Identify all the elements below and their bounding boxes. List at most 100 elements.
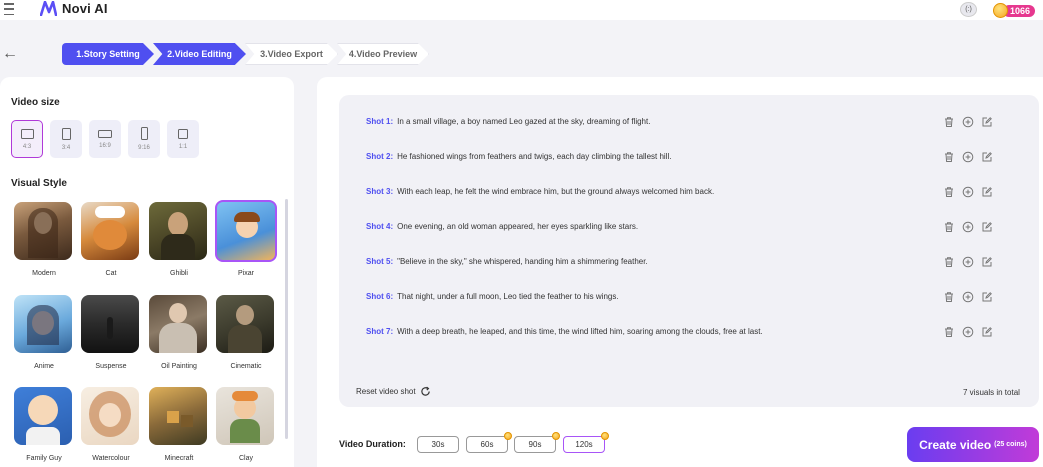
style-oil-painting[interactable]	[149, 295, 209, 353]
edit-icon[interactable]	[980, 185, 993, 198]
widescreen-icon	[98, 129, 112, 138]
add-icon[interactable]	[961, 220, 974, 233]
duration-label: 90s	[528, 440, 542, 449]
shot-label: Shot 7:	[366, 327, 394, 336]
shot-row[interactable]: Shot 4: One evening, an old woman appeare…	[366, 222, 638, 231]
style-thumbnail	[149, 295, 207, 353]
add-icon[interactable]	[961, 255, 974, 268]
shot-text: With each leap, he felt the wind embrace…	[397, 187, 715, 196]
shot-label: Shot 1:	[366, 117, 394, 126]
duration-60s[interactable]: 60s	[466, 432, 512, 453]
shot-actions	[942, 150, 993, 163]
step-video-editing[interactable]: 2.Video Editing	[153, 43, 246, 65]
edit-icon[interactable]	[980, 290, 993, 303]
style-pixar[interactable]	[215, 200, 277, 262]
shot-text: "Believe in the sky," she whispered, han…	[397, 257, 648, 266]
size-option-16-9[interactable]: 16:9	[89, 120, 121, 158]
style-label: Family Guy	[26, 455, 62, 462]
delete-icon[interactable]	[942, 325, 955, 338]
add-icon[interactable]	[961, 115, 974, 128]
back-arrow-icon[interactable]: ←	[2, 46, 18, 62]
style-thumbnail	[81, 387, 139, 445]
shot-actions	[942, 185, 993, 198]
reset-video-shot-button[interactable]: Reset video shot	[356, 386, 431, 397]
coin-icon	[504, 432, 512, 440]
style-watercolour[interactable]	[81, 387, 141, 445]
create-video-button[interactable]: Create video (25 coins)	[907, 427, 1039, 462]
visual-style-title: Visual Style	[11, 178, 67, 189]
delete-icon[interactable]	[942, 220, 955, 233]
style-list-scrollbar[interactable]	[285, 199, 288, 439]
size-option-1-1[interactable]: 1:1	[167, 120, 199, 158]
delete-icon[interactable]	[942, 255, 955, 268]
shot-row[interactable]: Shot 1: In a small village, a boy named L…	[366, 117, 650, 126]
edit-icon[interactable]	[980, 220, 993, 233]
vertical-icon	[140, 127, 148, 140]
shot-actions	[942, 220, 993, 233]
shot-row[interactable]: Shot 2: He fashioned wings from feathers …	[366, 152, 671, 161]
style-suspense[interactable]	[81, 295, 141, 353]
edit-icon[interactable]	[980, 255, 993, 268]
size-option-3-4[interactable]: 3:4	[50, 120, 82, 158]
add-icon[interactable]	[961, 325, 974, 338]
shot-row[interactable]: Shot 6: That night, under a full moon, Le…	[366, 292, 619, 301]
menu-icon[interactable]	[4, 3, 14, 15]
size-option-9-16[interactable]: 9:16	[128, 120, 160, 158]
style-label: Anime	[34, 363, 54, 370]
shot-text: With a deep breath, he leaped, and this …	[397, 327, 763, 336]
video-size-title: Video size	[11, 97, 60, 108]
size-label: 3:4	[61, 144, 71, 151]
delete-icon[interactable]	[942, 290, 955, 303]
style-label: Pixar	[238, 270, 254, 277]
shot-row[interactable]: Shot 5: "Believe in the sky," she whisper…	[366, 257, 648, 266]
size-option-4-3[interactable]: 4:3	[11, 120, 43, 158]
add-icon[interactable]	[961, 290, 974, 303]
create-video-cost: (25 coins)	[994, 441, 1027, 448]
duration-90s[interactable]: 90s	[514, 432, 560, 453]
add-icon[interactable]	[961, 150, 974, 163]
step-story-setting[interactable]: 1.Story Setting	[62, 43, 154, 65]
style-thumbnail	[81, 202, 139, 260]
style-thumbnail	[14, 295, 72, 353]
style-family-guy[interactable]	[14, 387, 74, 445]
duration-120s[interactable]: 120s	[563, 432, 609, 453]
add-icon[interactable]	[961, 185, 974, 198]
shot-row[interactable]: Shot 7: With a deep breath, he leaped, an…	[366, 327, 763, 336]
style-cinematic[interactable]	[216, 295, 276, 353]
duration-30s[interactable]: 30s	[417, 436, 459, 453]
size-label: 16:9	[99, 142, 111, 149]
size-label: 4:3	[22, 143, 32, 150]
shot-actions	[942, 255, 993, 268]
style-thumbnail	[14, 202, 72, 260]
style-thumbnail	[216, 295, 274, 353]
shot-row[interactable]: Shot 3: With each leap, he felt the wind …	[366, 187, 714, 196]
edit-icon[interactable]	[980, 325, 993, 338]
user-avatar[interactable]: (:)	[960, 2, 977, 17]
coin-balance[interactable]: 1066	[993, 3, 1036, 18]
shot-label: Shot 4:	[366, 222, 394, 231]
shot-actions	[942, 115, 993, 128]
step-video-export[interactable]: 3.Video Export	[245, 43, 338, 65]
style-clay[interactable]	[216, 387, 276, 445]
style-minecraft[interactable]	[149, 387, 209, 445]
style-label: Ghibli	[170, 270, 188, 277]
shot-actions	[942, 290, 993, 303]
app-logo[interactable]: Novi AI	[40, 1, 108, 16]
create-video-label: Create video	[919, 437, 992, 452]
style-modern[interactable]	[14, 202, 74, 260]
style-ghibli[interactable]	[149, 202, 209, 260]
edit-icon[interactable]	[980, 150, 993, 163]
edit-icon[interactable]	[980, 115, 993, 128]
delete-icon[interactable]	[942, 115, 955, 128]
style-thumbnail	[81, 295, 139, 353]
shot-text: He fashioned wings from feathers and twi…	[397, 152, 672, 161]
visuals-total: 7 visuals in total	[963, 388, 1020, 397]
shots-list	[339, 95, 1039, 407]
step-video-preview[interactable]: 4.Video Preview	[337, 43, 429, 65]
portrait-icon	[61, 127, 71, 140]
style-anime[interactable]	[14, 295, 74, 353]
style-cat[interactable]	[81, 202, 141, 260]
shot-text: One evening, an old woman appeared, her …	[397, 222, 639, 231]
delete-icon[interactable]	[942, 150, 955, 163]
delete-icon[interactable]	[942, 185, 955, 198]
